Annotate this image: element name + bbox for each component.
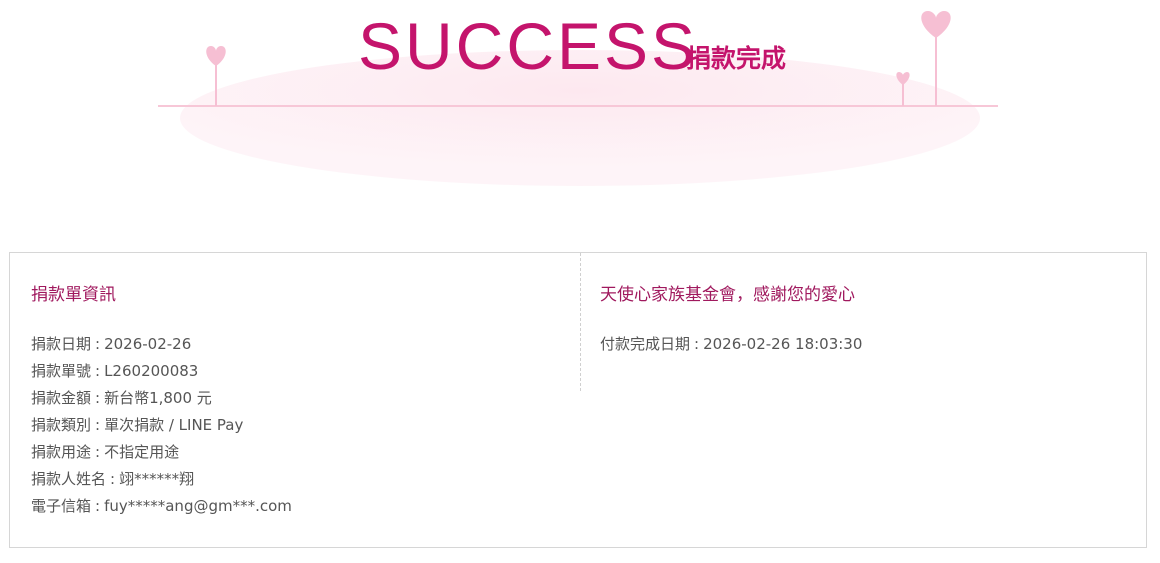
donation-info-panel: 捐款單資訊 捐款日期:2026-02-26 捐款單號: L260200083 捐款…	[31, 281, 561, 520]
info-row-purpose: 捐款用途: 不指定用途	[31, 439, 561, 466]
field-value: fuy*****ang@gm***.com	[104, 497, 292, 515]
field-label: 捐款金額	[31, 389, 92, 407]
field-separator: :	[694, 335, 700, 353]
receipt-card: 捐款單資訊 捐款日期:2026-02-26 捐款單號: L260200083 捐款…	[9, 252, 1147, 548]
donation-info-title: 捐款單資訊	[31, 285, 116, 305]
thanks-panel: 天使心家族基金會，感謝您的愛心 付款完成日期:2026-02-26 18:03:…	[600, 281, 1130, 358]
field-separator: :	[95, 497, 101, 515]
page-subtitle: 捐款完成	[686, 44, 787, 73]
field-separator: :	[95, 416, 101, 434]
field-separator: :	[95, 335, 101, 353]
field-value: 2026-02-26	[104, 335, 192, 353]
field-separator: :	[110, 470, 116, 488]
field-value: 新台幣1,800 元	[104, 389, 212, 407]
info-row-date: 捐款日期:2026-02-26	[31, 331, 561, 358]
field-label: 捐款用途	[31, 443, 92, 461]
info-row-number: 捐款單號: L260200083	[31, 358, 561, 385]
column-divider	[580, 253, 581, 391]
field-value: L260200083	[104, 362, 199, 380]
field-value: 不指定用途	[104, 443, 180, 461]
field-label: 電子信箱	[31, 497, 92, 515]
field-value: 2026-02-26 18:03:30	[703, 335, 863, 353]
info-row-amount: 捐款金額: 新台幣1,800 元	[31, 385, 561, 412]
field-label: 捐款日期	[31, 335, 92, 353]
field-label: 付款完成日期	[600, 335, 691, 353]
page-title: SUCCESS	[358, 9, 699, 83]
info-row-type: 捐款類別: 單次捐款 / LINE Pay	[31, 412, 561, 439]
thanks-title: 天使心家族基金會，感謝您的愛心	[600, 285, 855, 305]
info-row-donor-name: 捐款人姓名: 翊******翔	[31, 466, 561, 493]
field-separator: :	[95, 362, 101, 380]
field-separator: :	[95, 389, 101, 407]
success-banner: SUCCESS 捐款完成	[0, 0, 1160, 200]
field-label: 捐款人姓名	[31, 470, 107, 488]
field-label: 捐款類別	[31, 416, 92, 434]
info-row-email: 電子信箱: fuy*****ang@gm***.com	[31, 493, 561, 520]
field-label: 捐款單號	[31, 362, 92, 380]
field-separator: :	[95, 443, 101, 461]
field-value: 單次捐款 / LINE Pay	[104, 416, 244, 434]
info-row-payment-complete-date: 付款完成日期:2026-02-26 18:03:30	[600, 331, 1130, 358]
field-value: 翊******翔	[119, 470, 195, 488]
